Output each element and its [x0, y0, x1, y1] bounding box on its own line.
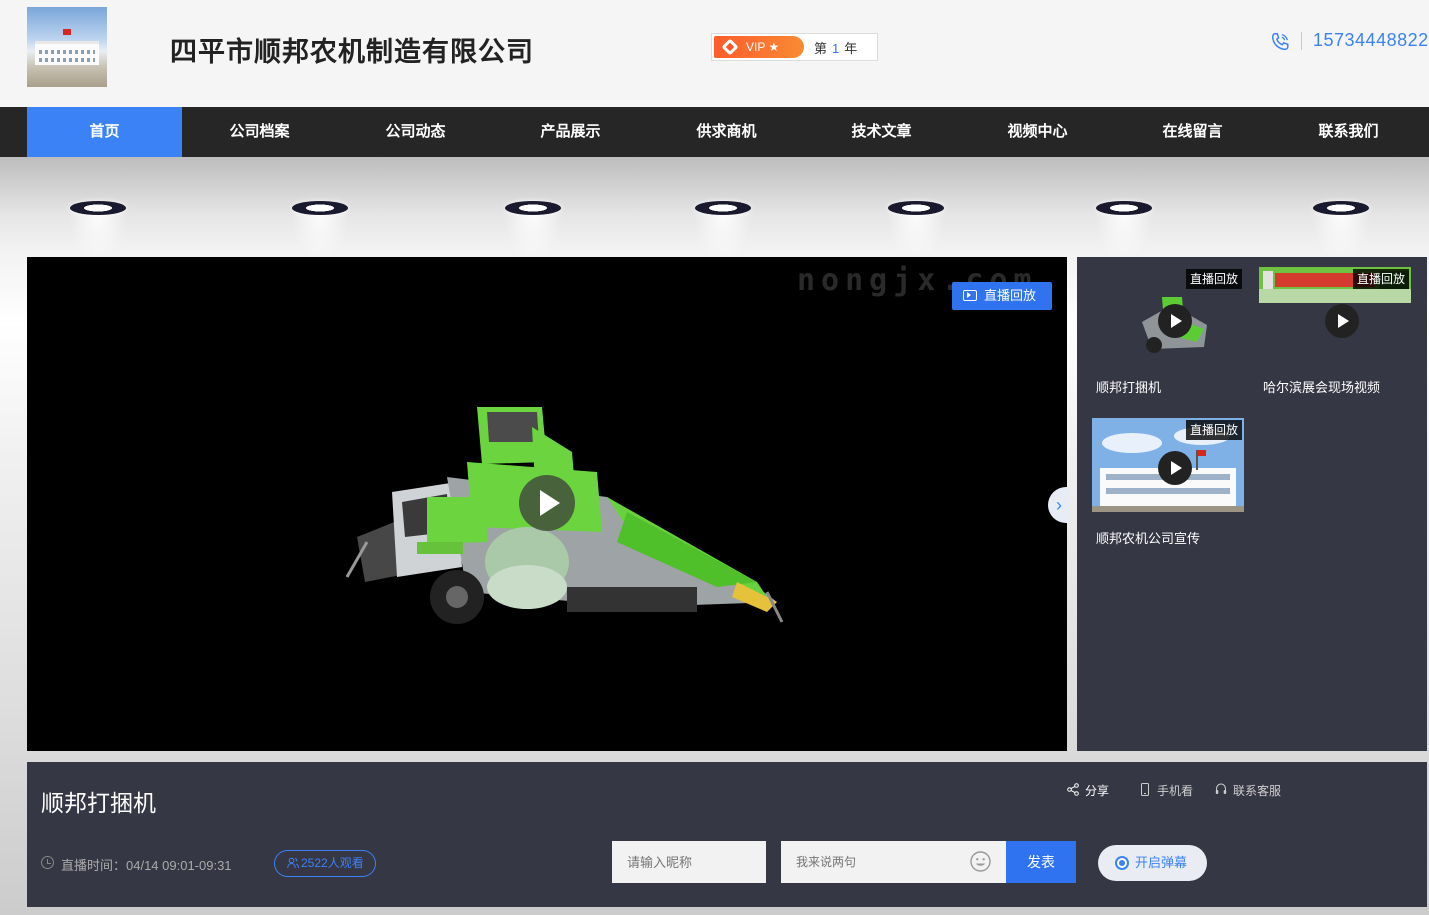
- playlist-item[interactable]: 直播回放 哈尔滨展会现场视频: [1259, 267, 1411, 396]
- nav-item-articles[interactable]: 技术文章: [804, 107, 959, 157]
- vip-label: VIP ★: [746, 40, 780, 54]
- main-nav: 首页 公司档案 公司动态 产品展示 供求商机 技术文章 视频中心 在线留言 联系…: [0, 107, 1429, 157]
- radio-icon: [1115, 856, 1129, 870]
- ceiling-lamp: [505, 201, 561, 215]
- vip-tag: VIP ★: [714, 36, 804, 58]
- playlist-item-title[interactable]: 顺邦农机公司宣传: [1092, 528, 1244, 547]
- year-number: 1: [832, 41, 840, 56]
- nav-item-home[interactable]: 首页: [27, 107, 182, 157]
- phone-icon: [1271, 33, 1289, 51]
- headset-icon: [1215, 783, 1227, 794]
- nav-item-news[interactable]: 公司动态: [338, 107, 493, 157]
- nickname-input[interactable]: [612, 841, 766, 883]
- playlist-item[interactable]: 直播回放 顺邦农机公司宣传: [1092, 418, 1244, 547]
- replay-label: 直播回放: [984, 288, 1037, 303]
- play-icon[interactable]: [1325, 304, 1359, 338]
- send-button[interactable]: 发表: [1006, 841, 1076, 883]
- playlist-item[interactable]: 直播回放 顺邦打捆机: [1092, 267, 1244, 396]
- membership-years: 第1年: [814, 38, 857, 57]
- video-playlist: 直播回放 顺邦打捆机 直播回放 哈尔滨展会现场视频 直播回放 顺邦农机公司宣传: [1077, 257, 1427, 751]
- share-label: 分享: [1085, 784, 1110, 798]
- contact-service-button[interactable]: 联系客服: [1215, 782, 1281, 799]
- year-prefix: 第: [814, 41, 828, 56]
- ceiling-lamp: [70, 201, 126, 215]
- mobile-watch-button[interactable]: 手机看: [1139, 782, 1193, 799]
- service-label: 联系客服: [1233, 784, 1282, 798]
- ceiling-lamp: [888, 201, 944, 215]
- replay-tag: 直播回放: [1352, 269, 1409, 289]
- share-button[interactable]: 分享: [1067, 782, 1109, 799]
- vip-badge: VIP ★ 第1年: [711, 33, 878, 61]
- play-button[interactable]: [519, 475, 575, 531]
- replay-button[interactable]: 直播回放: [952, 282, 1052, 310]
- nav-item-products[interactable]: 产品展示: [493, 107, 648, 157]
- mobile-label: 手机看: [1157, 784, 1194, 798]
- nav-item-videos[interactable]: 视频中心: [960, 107, 1115, 157]
- live-time: 直播时间：04/14 09:01-09:31: [41, 855, 232, 874]
- video-player[interactable]: nongjx.com 直播回放: [27, 257, 1067, 751]
- video-thumbnail[interactable]: 直播回放: [1259, 267, 1411, 361]
- viewer-count-badge: 2522人观看: [274, 850, 376, 877]
- replay-tag: 直播回放: [1185, 269, 1242, 289]
- company-logo[interactable]: [27, 7, 107, 87]
- clock-icon: [41, 856, 54, 869]
- viewer-count: 2522人观看: [301, 856, 364, 870]
- video-info-bar: 顺邦打捆机 分享 手机看 联系客服 直播时间：04/14 09:01-09:31…: [27, 762, 1427, 907]
- replay-tag: 直播回放: [1185, 420, 1242, 440]
- video-thumbnail[interactable]: 直播回放: [1092, 267, 1244, 361]
- danmaku-label: 开启弹幕: [1135, 855, 1188, 870]
- vip-diamond-icon: [721, 38, 739, 56]
- tv-icon: [963, 290, 977, 301]
- nav-item-profile[interactable]: 公司档案: [182, 107, 337, 157]
- site-header: 四平市顺邦农机制造有限公司 VIP ★ 第1年 15734448822: [0, 0, 1429, 107]
- danmaku-toggle[interactable]: 开启弹幕: [1098, 845, 1207, 881]
- mobile-icon: [1141, 783, 1149, 796]
- share-icon: [1067, 783, 1079, 796]
- company-name: 四平市顺邦农机制造有限公司: [170, 37, 534, 67]
- people-icon: [287, 857, 299, 869]
- play-icon[interactable]: [1158, 451, 1192, 485]
- phone-number[interactable]: 15734448822: [1313, 30, 1429, 51]
- video-thumbnail[interactable]: 直播回放: [1092, 418, 1244, 512]
- ceiling-lamp: [292, 201, 348, 215]
- year-suffix: 年: [844, 41, 858, 56]
- ceiling-lamp: [695, 201, 751, 215]
- emoji-icon[interactable]: [970, 851, 991, 872]
- playlist-item-title[interactable]: 哈尔滨展会现场视频: [1259, 377, 1411, 396]
- live-time-text: 直播时间：04/14 09:01-09:31: [61, 858, 232, 873]
- play-icon[interactable]: [1158, 304, 1192, 338]
- nav-item-trade[interactable]: 供求商机: [649, 107, 804, 157]
- ceiling-lamp: [1096, 201, 1152, 215]
- playlist-item-title[interactable]: 顺邦打捆机: [1092, 377, 1244, 396]
- ceiling-lamp: [1313, 201, 1369, 215]
- video-title: 顺邦打捆机: [41, 790, 156, 816]
- nav-item-messages[interactable]: 在线留言: [1115, 107, 1270, 157]
- phone-divider: [1301, 32, 1302, 50]
- nav-item-contact[interactable]: 联系我们: [1271, 107, 1426, 157]
